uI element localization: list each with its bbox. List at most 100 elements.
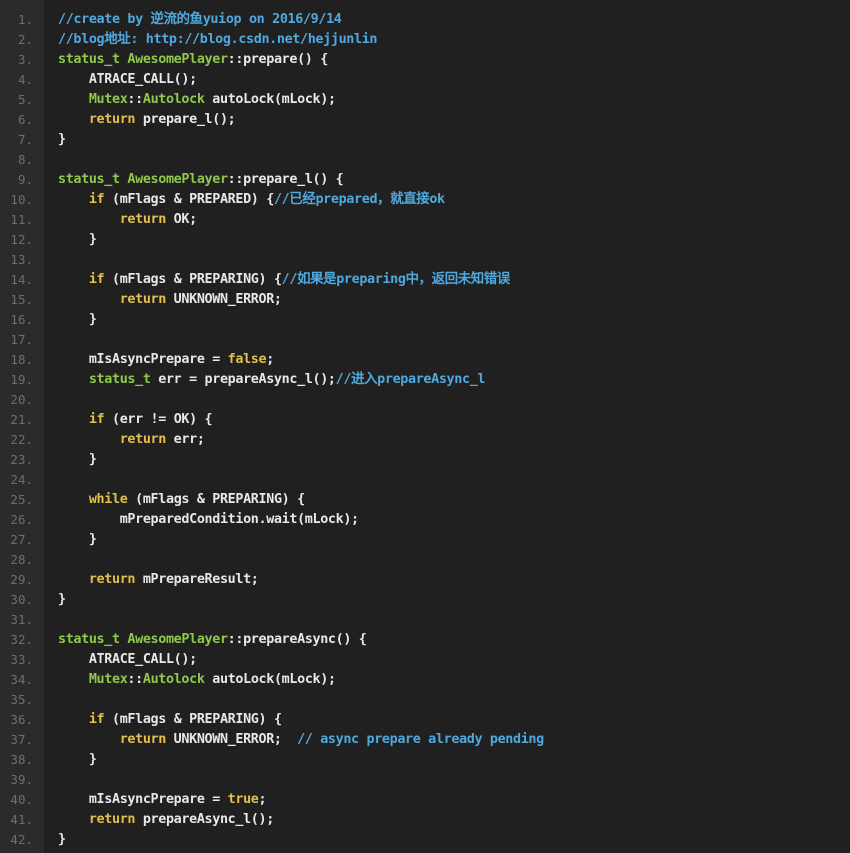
line-number: 6. [17, 112, 33, 127]
code-token-comment: // async prepare already pending [297, 732, 544, 747]
code-text: return err; [58, 430, 205, 450]
code-text: while (mFlags & PREPARING) { [58, 490, 305, 510]
code-text: } [58, 310, 97, 330]
code-line: 21. if (err != OK) { [0, 410, 850, 430]
line-number: 24. [10, 472, 33, 487]
line-number: 14. [10, 272, 33, 287]
code-line: 28. [0, 550, 850, 570]
code-line: 40. mIsAsyncPrepare = true; [0, 790, 850, 810]
code-text: } [58, 530, 97, 550]
code-line: 12. } [0, 230, 850, 250]
line-number: 10. [10, 192, 33, 207]
code-token-comment: //create by 逆流的鱼yuiop on 2016/9/14 [58, 12, 342, 27]
code-token-plain: prepareAsync_l(); [135, 812, 274, 827]
code-text: Mutex::Autolock autoLock(mLock); [58, 90, 336, 110]
line-number: 2. [17, 32, 33, 47]
code-token-plain: OK; [165, 212, 198, 227]
code-line: 4. ATRACE_CALL(); [0, 70, 850, 90]
code-token-type: Mutex [58, 92, 128, 107]
line-number: 31. [10, 612, 33, 627]
line-number: 9. [17, 172, 33, 187]
code-token-comment: //已经prepared，就直接ok [273, 192, 445, 207]
code-text: if (mFlags & PREPARING) {//如果是preparing中… [58, 270, 510, 290]
code-token-kw: return [58, 432, 167, 447]
code-token-plain: (mFlags & PREPARED) { [104, 192, 274, 207]
code-token-kw: return [58, 112, 136, 127]
code-line: 14. if (mFlags & PREPARING) {//如果是prepar… [0, 270, 850, 290]
code-text: status_t AwesomePlayer::prepare_l() { [58, 170, 344, 190]
code-token-plain: err = prepareAsync_l(); [150, 372, 336, 387]
code-token-type: status_t AwesomePlayer [58, 52, 228, 67]
code-token-kw: return [58, 292, 167, 307]
line-number: 32. [10, 632, 33, 647]
code-token-plain: } [58, 832, 66, 847]
code-token-plain: mIsAsyncPrepare = [58, 792, 228, 807]
code-token-plain: mIsAsyncPrepare = [58, 352, 228, 367]
code-text: } [58, 750, 97, 770]
code-token-plain: (err != OK) { [104, 412, 213, 427]
code-text: //create by 逆流的鱼yuiop on 2016/9/14 [58, 10, 342, 30]
code-text: if (mFlags & PREPARED) {//已经prepared，就直接… [58, 190, 445, 210]
code-line: 3. status_t AwesomePlayer::prepare() { [0, 50, 850, 70]
code-token-plain: mPreparedCondition.wait(mLock); [58, 512, 359, 527]
code-token-plain: } [58, 532, 97, 547]
code-line: 13. [0, 250, 850, 270]
code-token-kw: false [227, 352, 267, 367]
code-token-comment: //blog地址: http://blog.csdn.net/hejjunlin [58, 32, 378, 47]
code-text: return prepareAsync_l(); [58, 810, 274, 830]
code-text: ATRACE_CALL(); [58, 70, 197, 90]
code-editor: 1. //create by 逆流的鱼yuiop on 2016/9/14 2. //… [0, 0, 850, 853]
line-number: 8. [17, 152, 33, 167]
code-text: return UNKNOWN_ERROR; // async prepare a… [58, 730, 545, 750]
code-token-plain: ::prepare_l() { [227, 172, 344, 187]
code-token-type: status_t AwesomePlayer [58, 632, 228, 647]
code-token-type: Autolock [142, 672, 205, 687]
code-token-plain: } [58, 592, 66, 607]
code-token-plain: } [58, 312, 97, 327]
line-number: 41. [10, 812, 33, 827]
code-token-plain: } [58, 752, 97, 767]
code-token-kw: if [58, 272, 105, 287]
code-token-type: status_t AwesomePlayer [58, 172, 228, 187]
line-number: 28. [10, 552, 33, 567]
code-line: 17. [0, 330, 850, 350]
line-number: 4. [17, 72, 33, 87]
line-number: 37. [10, 732, 33, 747]
code-token-kw: return [58, 812, 136, 827]
line-number: 35. [10, 692, 33, 707]
line-number: 12. [10, 232, 33, 247]
code-line: 16. } [0, 310, 850, 330]
code-token-plain: prepare_l(); [135, 112, 236, 127]
code-token-plain: :: [127, 92, 143, 107]
line-number: 22. [10, 432, 33, 447]
code-token-type: status_t [58, 372, 151, 387]
line-number: 27. [10, 532, 33, 547]
code-text: return mPrepareResult; [58, 570, 259, 590]
line-number: 42. [10, 832, 33, 847]
line-number: 29. [10, 572, 33, 587]
code-line: 15. return UNKNOWN_ERROR; [0, 290, 850, 310]
code-token-comment: //如果是preparing中，返回未知错误 [281, 272, 511, 287]
code-token-type: Mutex [58, 672, 128, 687]
code-line: 11. return OK; [0, 210, 850, 230]
code-token-plain: autoLock(mLock); [204, 92, 336, 107]
code-text: mPreparedCondition.wait(mLock); [58, 510, 359, 530]
code-token-type: Autolock [142, 92, 205, 107]
code-text: } [58, 450, 97, 470]
line-number: 19. [10, 372, 33, 387]
code-text: status_t AwesomePlayer::prepare() { [58, 50, 328, 70]
code-line: 1. //create by 逆流的鱼yuiop on 2016/9/14 [0, 10, 850, 30]
code-token-plain: ; [258, 792, 267, 807]
line-number: 34. [10, 672, 33, 687]
code-line: 2. //blog地址: http://blog.csdn.net/hejjunl… [0, 30, 850, 50]
line-number: 15. [10, 292, 33, 307]
code-text: //blog地址: http://blog.csdn.net/hejjunlin [58, 30, 377, 50]
code-token-plain: ; [266, 352, 274, 367]
code-line: 26. mPreparedCondition.wait(mLock); [0, 510, 850, 530]
code-line: 23. } [0, 450, 850, 470]
code-token-plain: err; [165, 432, 205, 447]
code-token-plain: (mFlags & PREPARING) { [104, 272, 282, 287]
code-line: 41. return prepareAsync_l(); [0, 810, 850, 830]
code-text: if (mFlags & PREPARING) { [58, 710, 282, 730]
code-line: 34. Mutex::Autolock autoLock(mLock); [0, 670, 850, 690]
